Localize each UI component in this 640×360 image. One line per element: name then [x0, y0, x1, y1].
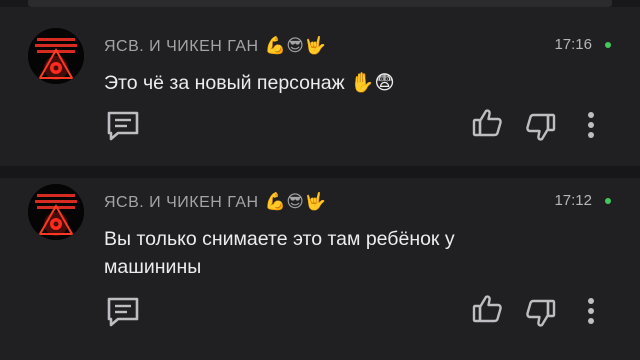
dislike-icon[interactable] [526, 112, 556, 147]
comment-author[interactable]: ЯСВ. И ЧИКЕН ГАН 💪😎🤟 [104, 36, 326, 56]
comment-text-emojis: ✋😨 [350, 71, 395, 94]
reply-icon[interactable] [106, 110, 140, 147]
comment-text-body: Вы только снимаете это там ребёнок у маш… [104, 228, 455, 278]
author-emojis: 💪😎🤟 [264, 192, 327, 212]
previous-item-edge [0, 0, 640, 7]
comment-author[interactable]: ЯСВ. И ЧИКЕН ГАН 💪😎🤟 [104, 192, 326, 212]
dislike-icon[interactable] [526, 298, 556, 333]
online-dot [605, 198, 611, 204]
comment-item: ЯСВ. И ЧИКЕН ГАН 💪😎🤟 17:12 Вы только сним… [0, 184, 640, 334]
like-icon[interactable] [472, 294, 502, 329]
more-icon[interactable] [585, 296, 597, 331]
comment-time: 17:16 [554, 36, 592, 53]
comment-actions [0, 106, 640, 146]
online-dot [605, 42, 611, 48]
author-name: ЯСВ. И ЧИКЕН ГАН [104, 194, 259, 211]
author-emojis: 💪😎🤟 [264, 36, 327, 56]
avatar[interactable] [28, 28, 84, 84]
author-name: ЯСВ. И ЧИКЕН ГАН [104, 38, 259, 55]
comment-divider [0, 166, 640, 178]
comment-item: ЯСВ. И ЧИКЕН ГАН 💪😎🤟 17:16 Это чё за новы… [0, 28, 640, 152]
comment-text: Это чё за новый персонаж ✋😨 [104, 69, 544, 97]
comment-text-body: Это чё за новый персонаж [104, 72, 345, 94]
avatar[interactable] [28, 184, 84, 240]
reply-icon[interactable] [106, 296, 140, 333]
comment-actions [0, 292, 640, 332]
more-icon[interactable] [585, 110, 597, 145]
comment-time: 17:12 [554, 192, 592, 209]
comment-text: Вы только снимаете это там ребёнок у маш… [104, 225, 544, 281]
like-icon[interactable] [472, 108, 502, 143]
